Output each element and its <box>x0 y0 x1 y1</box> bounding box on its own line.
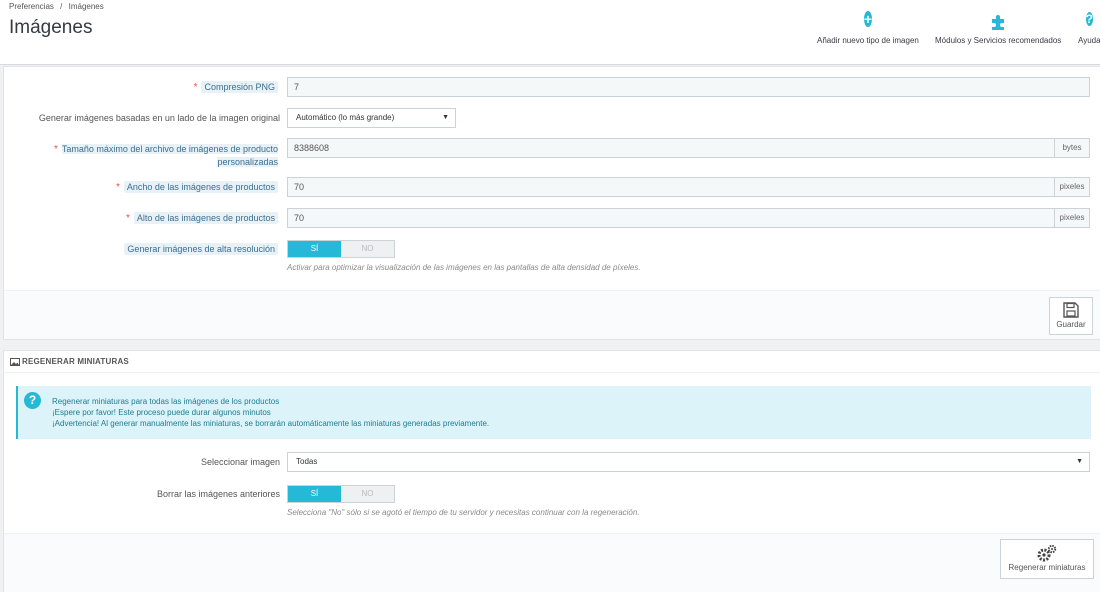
help-circle-icon: ? <box>1085 12 1093 26</box>
question-circle-icon: ? <box>24 392 41 409</box>
breadcrumb-current: Imágenes <box>68 2 104 11</box>
breadcrumb: Preferencias / Imágenes <box>9 2 104 11</box>
height-label: * Alto de las imágenes de productos <box>4 212 278 224</box>
floppy-disk-icon <box>1063 302 1079 318</box>
width-label: * Ancho de las imágenes de productos <box>4 181 278 193</box>
page-title: Imágenes <box>9 17 93 38</box>
select-image-select[interactable]: Todas ▼ <box>287 452 1090 472</box>
max-size-input[interactable]: 8388608 <box>287 138 1055 158</box>
regenerate-panel-heading: REGENERAR MINIATURAS <box>4 351 1100 373</box>
erase-previous-toggle[interactable]: SÍ NO <box>287 485 395 503</box>
hires-label: Generar imágenes de alta resolución <box>4 243 278 255</box>
generate-based-value: Automático (lo más grande) <box>296 113 395 122</box>
select-image-label: Seleccionar imagen <box>200 457 280 467</box>
regenerate-thumbnails-button[interactable]: Regenerar miniaturas <box>1000 539 1094 579</box>
regenerate-thumbnails-panel: REGENERAR MINIATURAS ? Regenerar miniatu… <box>3 350 1100 592</box>
caret-down-icon: ▼ <box>1076 458 1083 465</box>
generate-based-select[interactable]: Automático (lo más grande) ▼ <box>287 108 456 128</box>
width-input[interactable]: 70 <box>287 177 1055 197</box>
add-image-type-label: Añadir nuevo tipo de imagen <box>817 36 919 45</box>
image-settings-panel: * Compresión PNG 7 Generar imágenes basad… <box>3 66 1100 340</box>
erase-previous-help-text: Selecciona "No" sólo si se agotó el tiem… <box>287 508 640 517</box>
puzzle-icon <box>992 15 1005 30</box>
settings-panel-footer: Guardar <box>4 290 1100 339</box>
width-pixels-addon: pixeles <box>1054 177 1090 197</box>
select-image-value: Todas <box>296 457 318 466</box>
alert-line-3: ¡Advertencia! Al generar manualmente las… <box>52 419 490 428</box>
regenerate-heading-text: REGENERAR MINIATURAS <box>22 357 129 366</box>
regenerate-label: Regenerar miniaturas <box>1008 563 1086 572</box>
save-button[interactable]: Guardar <box>1049 297 1093 335</box>
plus-circle-icon: + <box>863 11 873 27</box>
generate-based-label: Generar imágenes basadas en un lado de l… <box>38 113 280 123</box>
hires-yes-option[interactable]: SÍ <box>288 241 341 257</box>
picture-icon <box>10 358 20 366</box>
hires-no-option[interactable]: NO <box>341 241 394 257</box>
erase-yes-option[interactable]: SÍ <box>288 486 341 502</box>
breadcrumb-parent[interactable]: Preferencias <box>9 2 54 11</box>
bytes-addon: bytes <box>1054 138 1090 158</box>
erase-no-option[interactable]: NO <box>341 486 394 502</box>
caret-down-icon: ▼ <box>442 114 449 121</box>
info-alert: ? Regenerar miniaturas para todas las im… <box>16 386 1091 439</box>
png-compression-input[interactable]: 7 <box>287 77 1090 97</box>
recommended-modules-button[interactable]: Módulos y Servicios recomendados <box>935 12 1061 45</box>
add-image-type-button[interactable]: + Añadir nuevo tipo de imagen <box>817 11 919 45</box>
page-header: Preferencias / Imágenes Imágenes + Añadi… <box>0 0 1100 65</box>
breadcrumb-separator: / <box>60 2 63 11</box>
height-pixels-addon: pixeles <box>1054 208 1090 228</box>
regenerate-panel-footer: Regenerar miniaturas <box>4 533 1100 592</box>
alert-line-2: ¡Espere por favor! Este proceso puede du… <box>52 408 271 417</box>
recommended-modules-label: Módulos y Servicios recomendados <box>935 36 1062 45</box>
hires-help-text: Activar para optimizar la visualización … <box>287 263 641 272</box>
cogs-icon <box>1037 544 1057 562</box>
help-button[interactable]: ? Ayuda <box>1078 12 1100 45</box>
alert-line-1: Regenerar miniaturas para todas las imág… <box>52 397 280 406</box>
hires-toggle[interactable]: SÍ NO <box>287 240 395 258</box>
png-compression-label: * Compresión PNG <box>4 81 278 93</box>
save-label: Guardar <box>1056 320 1086 329</box>
max-size-label: * Tamaño máximo del archivo de imágenes d… <box>53 144 278 167</box>
help-label: Ayuda <box>1078 36 1100 45</box>
erase-previous-label: Borrar las imágenes anteriores <box>156 489 280 499</box>
height-input[interactable]: 70 <box>287 208 1055 228</box>
